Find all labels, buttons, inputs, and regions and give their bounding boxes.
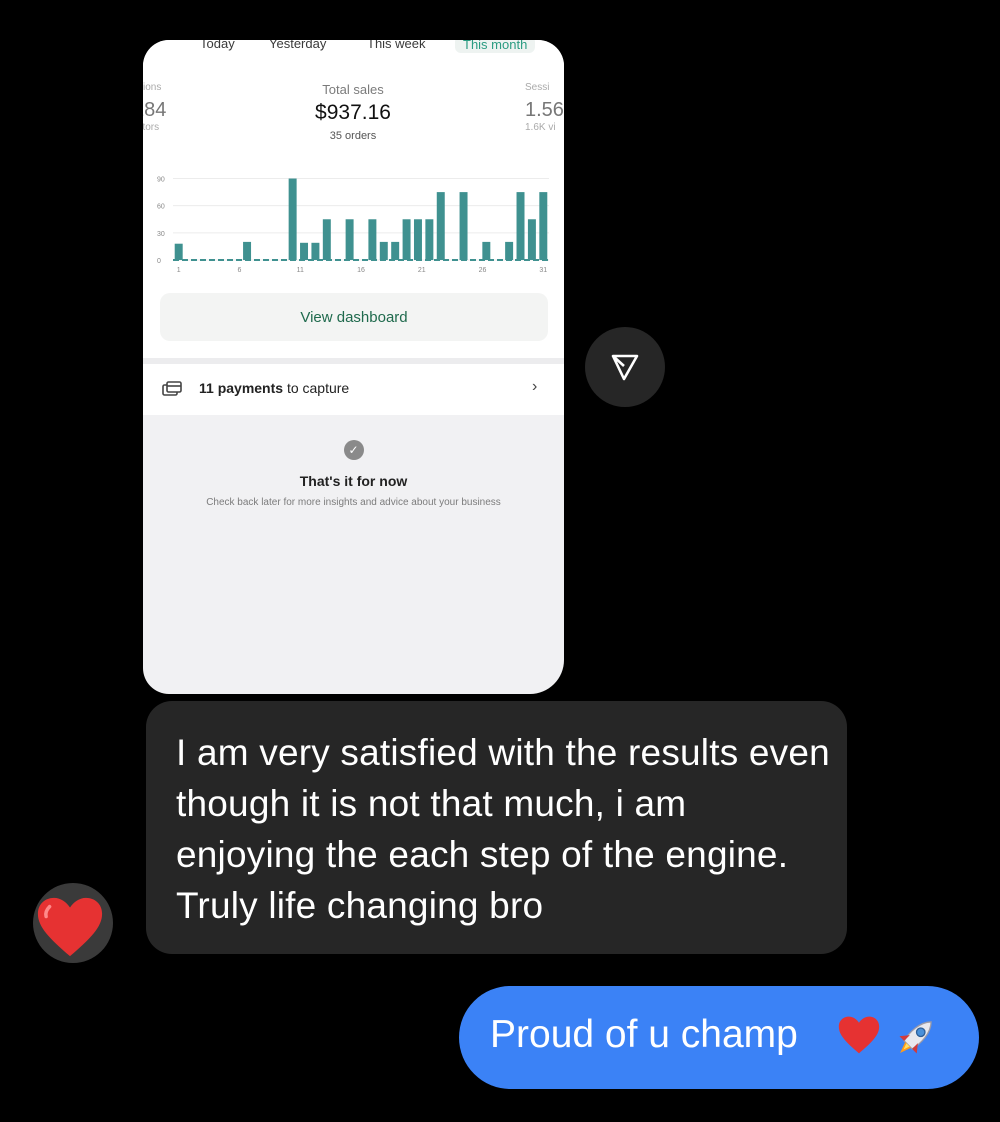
chart-bar xyxy=(368,219,377,260)
y-tick-label: 0 xyxy=(157,258,161,265)
x-tick-label: 26 xyxy=(479,267,487,274)
sessions-sub: isitors xyxy=(143,122,160,133)
tab-this-month[interactable]: This month xyxy=(455,40,536,53)
sent-message-text: Proud of u champ xyxy=(490,1013,798,1056)
view-dashboard-button[interactable]: View dashboard xyxy=(160,293,548,341)
sessions-value: 184 xyxy=(143,99,167,121)
heart-reaction-icon[interactable] xyxy=(35,892,105,962)
sessions-right-value: 1.56 xyxy=(525,99,564,121)
chart-bar xyxy=(311,242,320,260)
sessions-label: ssions xyxy=(143,82,162,93)
shared-screenshot-card[interactable]: Today Yesterday This week This month ssi… xyxy=(143,40,564,694)
y-tick-label: 90 xyxy=(157,177,165,184)
chart-bar xyxy=(505,241,514,260)
rocket-emoji-icon xyxy=(899,1021,932,1054)
x-tick-label: 31 xyxy=(539,267,547,274)
x-tick-label: 16 xyxy=(357,267,365,274)
heart-emoji-icon xyxy=(838,1016,880,1054)
check-circle-icon: ✓ xyxy=(343,440,364,460)
empty-state-description: Check back later for more insights and a… xyxy=(206,497,501,508)
chart-bar xyxy=(288,178,297,260)
chart-bar xyxy=(402,219,411,260)
payments-to-capture-row[interactable]: 11 payments to capture › xyxy=(143,358,564,415)
chart-bar xyxy=(243,241,252,260)
orders-count: 35 orders xyxy=(329,130,377,142)
x-tick-label: 21 xyxy=(418,267,426,274)
x-tick-label: 6 xyxy=(238,267,242,274)
chart-bar xyxy=(174,243,183,260)
y-tick-label: 60 xyxy=(157,204,165,211)
chart-bar xyxy=(459,192,468,260)
chart-bar xyxy=(539,192,548,260)
payments-suffix: to capture xyxy=(283,380,350,396)
seen-indicator-partial xyxy=(760,1102,920,1122)
chart-bar xyxy=(413,219,422,260)
chart-bar xyxy=(300,242,309,260)
x-tick-label: 11 xyxy=(297,267,304,274)
sent-message-bubble[interactable]: Proud of u champ xyxy=(459,986,979,1089)
y-tick-label: 30 xyxy=(157,231,165,238)
x-tick-label: 1 xyxy=(177,267,181,274)
tab-yesterday[interactable]: Yesterday xyxy=(269,40,326,51)
payment-card-icon xyxy=(162,381,182,396)
sessions-metric-right: Sessi 1.56 1.6K vi xyxy=(525,82,564,133)
chart-bar xyxy=(436,192,445,260)
payments-text: 11 payments to capture xyxy=(199,380,349,396)
chevron-right-icon: › xyxy=(532,378,538,395)
share-send-button[interactable] xyxy=(585,327,665,407)
chart-bar xyxy=(322,219,331,260)
sessions-metric-left: ssions 184 isitors xyxy=(143,82,166,133)
chart-bar xyxy=(345,219,354,260)
analytics-panel: Today Yesterday This week This month ssi… xyxy=(143,40,564,397)
date-range-tabs: Today Yesterday This week This month xyxy=(143,40,564,58)
chart-bar xyxy=(527,219,536,260)
total-sales-value: $937.16 xyxy=(315,101,391,124)
payments-count: 11 payments xyxy=(199,380,284,396)
chart-bar xyxy=(425,219,434,260)
empty-state: ✓ That's it for now Check back later for… xyxy=(143,440,564,511)
chart-bar xyxy=(482,241,491,260)
total-sales-label: Total sales xyxy=(322,82,384,97)
chart-bar xyxy=(379,241,388,260)
send-icon xyxy=(611,354,639,381)
received-message-text: I am very satisfied with the results eve… xyxy=(176,732,830,926)
received-message-bubble[interactable]: I am very satisfied with the results eve… xyxy=(146,701,847,954)
empty-state-title: That's it for now xyxy=(299,473,408,489)
sessions-right-sub: 1.6K vi xyxy=(525,122,556,133)
chart-bar xyxy=(516,192,525,260)
tab-today[interactable]: Today xyxy=(200,40,235,51)
chart-bar xyxy=(391,241,400,260)
sessions-right-label: Sessi xyxy=(525,82,550,93)
tab-this-week[interactable]: This week xyxy=(367,40,426,51)
daily-sales-bar-chart: 03060901 6 11 16 21 26 31 xyxy=(157,177,549,274)
total-sales-metric: Total sales $937.16 35 orders xyxy=(278,82,428,142)
